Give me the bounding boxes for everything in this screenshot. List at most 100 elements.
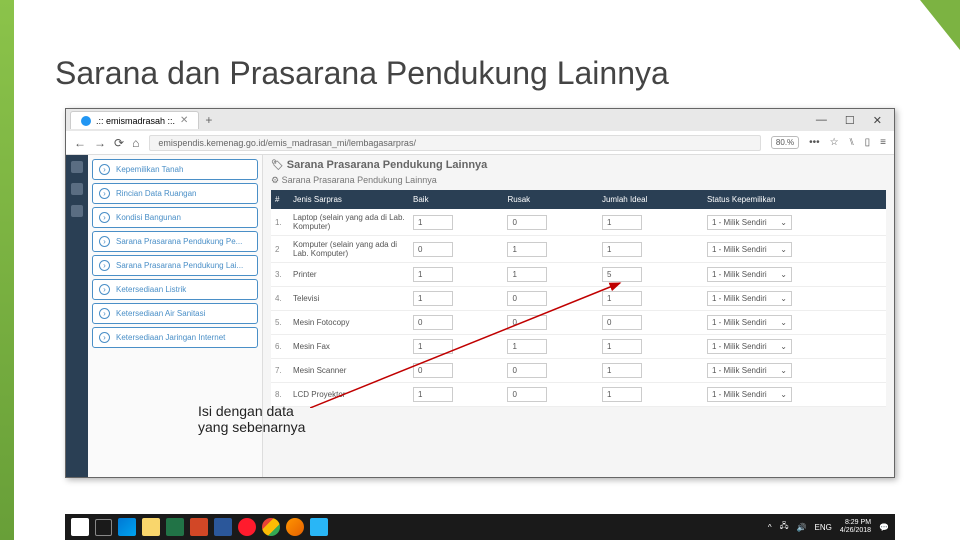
excel-icon[interactable]	[166, 518, 184, 536]
cell-num: 7.	[271, 359, 289, 383]
zoom-badge[interactable]: 80.%	[771, 136, 799, 149]
status-select[interactable]: 1 - Milik Sendiri⌄	[707, 339, 792, 354]
circle-arrow-icon: ›	[99, 308, 110, 319]
sidebar-item-air[interactable]: ›Ketersediaan Air Sanitasi	[92, 303, 258, 324]
chevron-down-icon: ⌄	[780, 318, 787, 327]
tray-sound-icon[interactable]: 🔊	[797, 523, 807, 532]
hamburger-menu-icon[interactable]: ≡	[880, 137, 886, 148]
rail-icon[interactable]	[71, 161, 83, 173]
taskview-icon[interactable]	[95, 519, 112, 536]
sidebar-toggle-icon[interactable]: ▯	[865, 137, 871, 148]
nav-back-button[interactable]: ←	[74, 136, 86, 150]
bookmark-star-icon[interactable]: ☆	[830, 137, 839, 148]
chrome-icon[interactable]	[262, 518, 280, 536]
slide-accent-left	[0, 0, 14, 540]
cell-name: Mesin Fax	[289, 335, 409, 359]
nav-reload-button[interactable]: ⟳	[114, 136, 124, 150]
circle-arrow-icon: ›	[99, 332, 110, 343]
firefox-icon[interactable]	[286, 518, 304, 536]
tab-favicon-icon	[81, 116, 91, 126]
ideal-input[interactable]: 1	[602, 242, 642, 257]
rusak-input[interactable]: 0	[507, 315, 547, 330]
sidebar-item-bangunan[interactable]: ›Kondisi Bangunan	[92, 207, 258, 228]
new-tab-button[interactable]: +	[205, 113, 212, 127]
baik-input[interactable]: 1	[413, 215, 453, 230]
sidebar-item-listrik[interactable]: ›Ketersediaan Listrik	[92, 279, 258, 300]
more-menu-button[interactable]: •••	[809, 137, 820, 148]
sidebar-item-label: Kepemilikan Tanah	[116, 165, 183, 174]
rusak-input[interactable]: 1	[507, 242, 547, 257]
baik-input[interactable]: 0	[413, 242, 453, 257]
powerpoint-icon[interactable]	[190, 518, 208, 536]
main-content: 🏷 Sarana Prasarana Pendukung Lainnya ⚙ S…	[263, 155, 894, 477]
rusak-input[interactable]: 0	[507, 215, 547, 230]
status-select[interactable]: 1 - Milik Sendiri⌄	[707, 242, 792, 257]
sidebar-item-internet[interactable]: › Ketersediaan Jaringan Internet	[92, 327, 258, 348]
sidebar-item-ruangan[interactable]: ›Rincian Data Ruangan	[92, 183, 258, 204]
tray-clock[interactable]: 8:29 PM4/26/2018	[840, 519, 871, 536]
ideal-input[interactable]: 1	[602, 387, 642, 402]
sidebar-item-sarpras-pe[interactable]: ›Sarana Prasarana Pendukung Pe...	[92, 231, 258, 252]
tab-bar: .:: emismadrasah ::. ✕ + — ☐ ✕	[66, 109, 894, 131]
cell-name: Televisi	[289, 287, 409, 311]
tray-network-icon[interactable]: 🖧	[780, 520, 789, 534]
sidebar-item-sarpras-lai[interactable]: ›Sarana Prasarana Pendukung Lai...	[92, 255, 258, 276]
baik-input[interactable]: 1	[413, 339, 453, 354]
tab-close-icon[interactable]: ✕	[180, 115, 188, 126]
baik-input[interactable]: 1	[413, 291, 453, 306]
rusak-input[interactable]: 0	[507, 363, 547, 378]
sidebar-item-label: Ketersediaan Jaringan Internet	[116, 333, 225, 342]
browser-tab[interactable]: .:: emismadrasah ::. ✕	[70, 111, 199, 129]
tray-notifications-icon[interactable]: 💬	[879, 523, 889, 532]
baik-input[interactable]: 1	[413, 387, 453, 402]
window-close-button[interactable]: ✕	[873, 114, 882, 127]
explorer-icon[interactable]	[142, 518, 160, 536]
status-select[interactable]: 1 - Milik Sendiri⌄	[707, 363, 792, 378]
nav-forward-button[interactable]: →	[94, 136, 106, 150]
chevron-down-icon: ⌄	[780, 218, 787, 227]
rail-icon[interactable]	[71, 205, 83, 217]
tag-icon: 🏷	[271, 160, 284, 171]
sidebar-item-label: Rincian Data Ruangan	[116, 189, 197, 198]
opera-icon[interactable]	[238, 518, 256, 536]
circle-arrow-icon: ›	[99, 212, 110, 223]
ideal-input[interactable]: 1	[602, 363, 642, 378]
sidebar-item-tanah[interactable]: ›Kepemilikan Tanah	[92, 159, 258, 180]
ideal-input[interactable]: 1	[602, 339, 642, 354]
ideal-input[interactable]: 5	[602, 267, 642, 282]
status-select[interactable]: 1 - Milik Sendiri⌄	[707, 315, 792, 330]
status-select[interactable]: 1 - Milik Sendiri⌄	[707, 267, 792, 282]
rusak-input[interactable]: 0	[507, 387, 547, 402]
baik-input[interactable]: 1	[413, 267, 453, 282]
rusak-input[interactable]: 0	[507, 291, 547, 306]
rusak-input[interactable]: 1	[507, 339, 547, 354]
rusak-input[interactable]: 1	[507, 267, 547, 282]
app-icon[interactable]	[310, 518, 328, 536]
start-button[interactable]	[71, 518, 89, 536]
baik-input[interactable]: 0	[413, 363, 453, 378]
window-minimize-button[interactable]: —	[816, 114, 827, 127]
baik-input[interactable]: 0	[413, 315, 453, 330]
window-maximize-button[interactable]: ☐	[845, 114, 855, 127]
tray-lang[interactable]: ENG	[815, 523, 832, 532]
status-select[interactable]: 1 - Milik Sendiri⌄	[707, 387, 792, 402]
ideal-input[interactable]: 1	[602, 215, 642, 230]
edge-icon[interactable]	[118, 518, 136, 536]
system-tray[interactable]: ^ 🖧 🔊 ENG 8:29 PM4/26/2018 💬	[768, 519, 889, 536]
url-input[interactable]: emispendis.kemenag.go.id/emis_madrasan_m…	[149, 135, 761, 151]
ideal-input[interactable]: 1	[602, 291, 642, 306]
app-icon-rail	[66, 155, 88, 477]
sidebar-item-label: Sarana Prasarana Pendukung Lai...	[116, 261, 243, 270]
status-select[interactable]: 1 - Milik Sendiri⌄	[707, 215, 792, 230]
cell-num: 3.	[271, 263, 289, 287]
ideal-input[interactable]: 0	[602, 315, 642, 330]
nav-home-button[interactable]: ⌂	[132, 136, 139, 150]
col-num: #	[271, 190, 289, 209]
rail-icon[interactable]	[71, 183, 83, 195]
tab-title: .:: emismadrasah ::.	[96, 116, 175, 126]
library-icon[interactable]: ⑊	[849, 137, 855, 148]
cell-num: 4.	[271, 287, 289, 311]
tray-up-icon[interactable]: ^	[768, 523, 772, 532]
status-select[interactable]: 1 - Milik Sendiri⌄	[707, 291, 792, 306]
word-icon[interactable]	[214, 518, 232, 536]
